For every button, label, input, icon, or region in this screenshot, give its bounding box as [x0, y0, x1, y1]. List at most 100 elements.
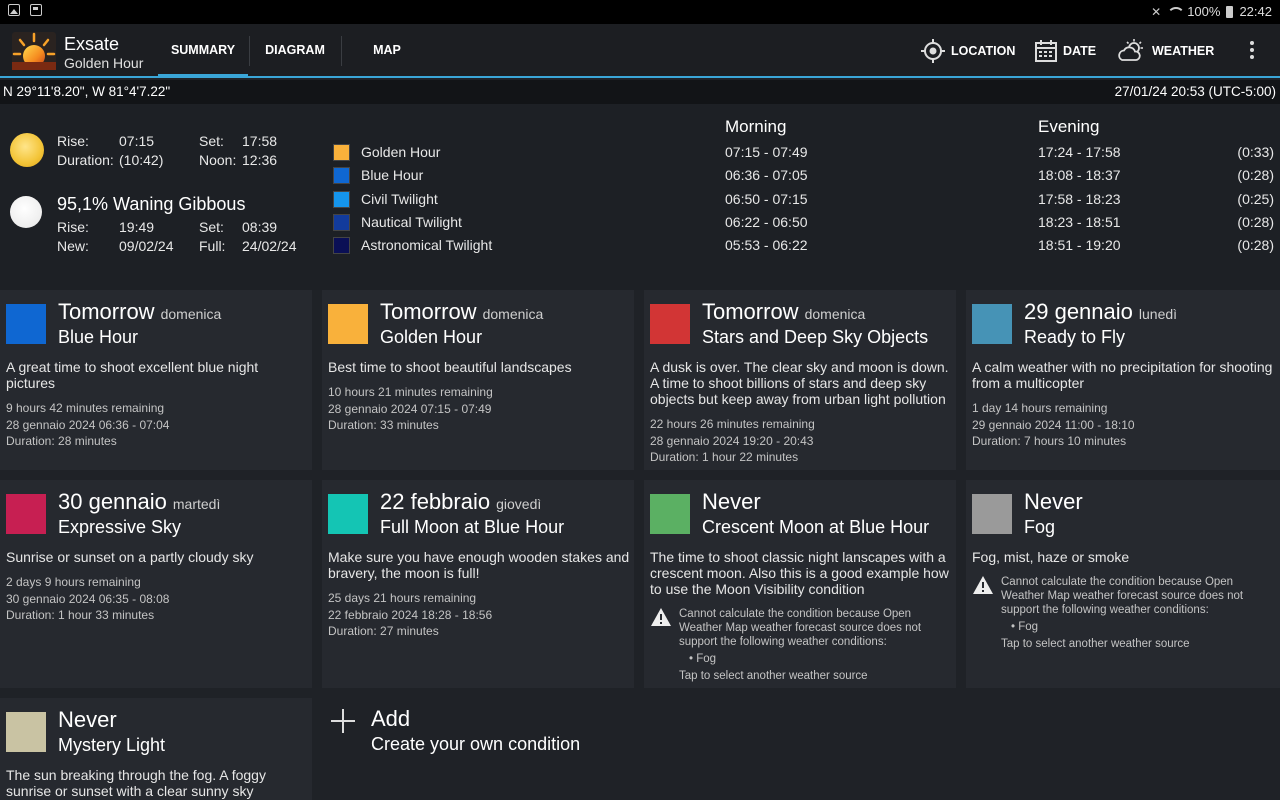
condition-when: Never: [58, 707, 117, 732]
condition-weekday: domenica: [160, 306, 222, 322]
legend-swatch: [333, 166, 350, 184]
condition-card-fog[interactable]: Never Fog Fog, mist, haze or smoke Canno…: [966, 480, 1280, 688]
warning-fog-item: • Fog: [689, 653, 717, 665]
overflow-menu-icon[interactable]: [1250, 41, 1254, 62]
condition-when: Never: [1024, 489, 1083, 514]
condition-card-mystery-light[interactable]: Never Mystery Light The sun breaking thr…: [0, 698, 312, 800]
condition-weekday: lunedì: [1138, 306, 1178, 322]
legend-astronomical-twilight: Astronomical Twilight: [333, 235, 492, 255]
morning-blue-hour: 06:36 - 07:05: [725, 167, 808, 183]
legend-swatch: [333, 190, 350, 208]
add-condition-title: Add: [371, 706, 411, 731]
weather-source-warning[interactable]: Cannot calculate the condition because O…: [972, 575, 1274, 651]
condition-details: 25 days 21 hours remaining 22 febbraio 2…: [328, 590, 630, 640]
coordinates: N 29°11'8.20", W 81°4'7.22": [3, 84, 171, 99]
weather-cloud-sun-icon: [1118, 39, 1143, 61]
sun-set-label: Set:: [199, 133, 224, 149]
warning-icon: [651, 608, 671, 626]
condition-date: 22 febbraio: [380, 489, 491, 514]
weather-source-warning[interactable]: Cannot calculate the condition because O…: [650, 607, 950, 683]
sun-icon: [10, 133, 44, 167]
condition-remaining: 10 hours 21 minutes remaining: [328, 385, 493, 399]
evening-golden-hour: 17:24 - 17:58: [1038, 144, 1121, 160]
condition-color-swatch: [972, 304, 1012, 344]
condition-card-blue-hour[interactable]: Tomorrow domenica Blue Hour A great time …: [0, 290, 312, 470]
condition-when: 29 gennaio lunedì: [1024, 299, 1177, 325]
condition-date-range: 28 gennaio 2024 19:20 - 20:43: [650, 433, 814, 448]
condition-name: Blue Hour: [58, 327, 139, 347]
location-button[interactable]: LOCATION: [921, 24, 1015, 78]
condition-name: Ready to Fly: [1024, 327, 1126, 347]
morning-civil-twilight: 06:50 - 07:15: [725, 191, 808, 207]
condition-date-range: 30 gennaio 2024 06:35 - 08:08: [6, 591, 170, 606]
tab-diagram[interactable]: DIAGRAM: [250, 24, 340, 76]
condition-description: Best time to shoot beautiful landscapes: [328, 359, 572, 375]
warning-fog-item: • Fog: [1011, 621, 1039, 633]
warning-tap-hint: Tap to select another weather source: [679, 670, 868, 682]
add-condition-subtitle: Create your own condition: [371, 734, 581, 754]
condition-description: The time to shoot classic night lanscape…: [650, 549, 949, 597]
condition-name: Expressive Sky: [58, 517, 182, 537]
evening-astronomical-twilight: 18:51 - 19:20: [1038, 237, 1121, 253]
app-title: Exsate: [64, 34, 120, 54]
moon-full-label: Full:: [199, 238, 226, 254]
condition-card-golden-hour[interactable]: Tomorrow domenica Golden Hour Best time t…: [322, 290, 634, 470]
plus-icon: [331, 709, 355, 733]
legend-label: Astronomical Twilight: [361, 237, 493, 253]
condition-color-swatch: [650, 304, 690, 344]
moon-phase: 95,1% Waning Gibbous: [57, 194, 246, 214]
condition-card-ready-to-fly[interactable]: 29 gennaio lunedì Ready to Fly A calm wea…: [966, 290, 1280, 470]
mute-icon: ✕: [1151, 4, 1162, 19]
condition-name: Mystery Light: [58, 735, 166, 755]
condition-color-swatch: [328, 494, 368, 534]
moon-set-value: 08:39: [242, 219, 278, 235]
legend-label: Golden Hour: [361, 144, 441, 160]
evening-golden-hour-duration: (0:33): [1237, 144, 1274, 160]
condition-description: Fog, mist, haze or smoke: [972, 549, 1130, 565]
warning-tap-hint: Tap to select another weather source: [1001, 638, 1190, 650]
location-info-bar: N 29°11'8.20", W 81°4'7.22" 27/01/24 20:…: [0, 80, 1280, 104]
date-button[interactable]: DATE: [1035, 24, 1096, 78]
date-label: DATE: [1063, 44, 1097, 58]
condition-details: 10 hours 21 minutes remaining 28 gennaio…: [328, 384, 630, 434]
condition-description: Make sure you have enough wooden stakes …: [328, 549, 630, 581]
condition-details: 9 hours 42 minutes remaining 28 gennaio …: [6, 400, 308, 450]
condition-duration: Duration: 1 hour 22 minutes: [650, 450, 799, 464]
weather-button[interactable]: WEATHER: [1118, 24, 1214, 78]
condition-card-crescent-moon-blue-hour[interactable]: Never Crescent Moon at Blue Hour The tim…: [644, 480, 956, 688]
condition-name: Golden Hour: [380, 327, 483, 347]
condition-duration: Duration: 1 hour 33 minutes: [6, 608, 155, 622]
condition-card-stars-deep-sky[interactable]: Tomorrow domenica Stars and Deep Sky Obje…: [644, 290, 956, 470]
sun-noon-value: 12:36: [242, 152, 278, 168]
moon-new-label: New:: [57, 238, 89, 254]
condition-card-expressive-sky[interactable]: 30 gennaio martedì Expressive Sky Sunrise…: [0, 480, 312, 688]
condition-when: Tomorrow domenica: [702, 299, 865, 325]
legend-nautical-twilight: Nautical Twilight: [333, 212, 462, 232]
condition-when: Tomorrow domenica: [58, 299, 221, 325]
condition-color-swatch: [650, 494, 690, 534]
evening-nautical-twilight-duration: (0:28): [1237, 214, 1274, 230]
condition-duration: Duration: 33 minutes: [328, 418, 439, 432]
tab-summary[interactable]: SUMMARY: [158, 24, 248, 78]
sun-duration-value: (10:42): [119, 152, 164, 168]
legend-golden-hour: Golden Hour: [333, 142, 440, 162]
battery-percent: 100%: [1187, 4, 1221, 19]
calendar-icon: [1035, 40, 1057, 62]
condition-description: A dusk is over. The clear sky and moon i…: [650, 359, 949, 407]
clock: 22:42: [1239, 4, 1272, 19]
moon-rise-label: Rise:: [57, 219, 89, 235]
app-screen: ✕ 100% 22:42 Exsate Golden Hour SUMMARY: [0, 0, 1280, 800]
legend-swatch: [333, 236, 350, 254]
add-condition-button[interactable]: Add Create your own condition: [317, 697, 917, 800]
condition-name: Stars and Deep Sky Objects: [702, 327, 929, 347]
condition-weekday: martedì: [172, 496, 221, 512]
condition-name: Fog: [1024, 517, 1056, 537]
condition-date: Tomorrow: [380, 299, 477, 324]
weather-label: WEATHER: [1152, 44, 1215, 58]
tab-map[interactable]: MAP: [342, 24, 432, 76]
condition-color-swatch: [6, 304, 46, 344]
legend-blue-hour: Blue Hour: [333, 165, 423, 185]
morning-heading: Morning: [725, 117, 787, 136]
moon-icon: [10, 196, 42, 228]
condition-card-full-moon-blue-hour[interactable]: 22 febbraio giovedì Full Moon at Blue Hou…: [322, 480, 634, 688]
